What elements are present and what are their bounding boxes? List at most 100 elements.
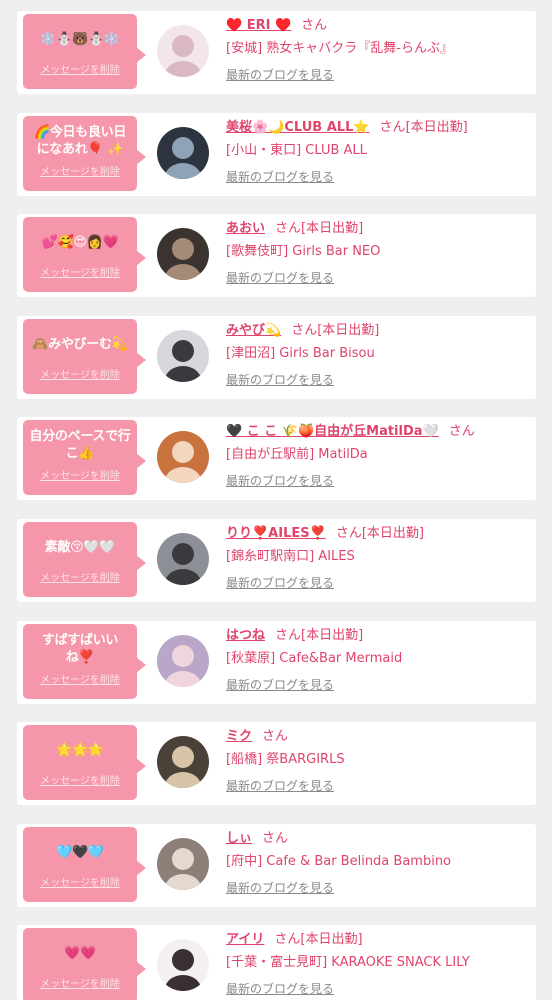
avatar-photo-icon (157, 330, 209, 382)
delete-message-link[interactable]: メッセージを削除 (28, 569, 132, 584)
shop-area: [自由が丘駅前] (226, 447, 315, 462)
message-text: 🌈今日も良い日になあれ🎈 ✨ (33, 125, 127, 157)
avatar[interactable] (157, 736, 209, 788)
shop-name: MatilDa (318, 447, 368, 462)
shop-line: [自由が丘駅前] MatilDa (226, 446, 530, 464)
avatar-photo-icon (157, 431, 209, 483)
cast-info: しぃ さん [府中] Cafe & Bar Belinda Bambino 最新のブロ… (226, 830, 530, 896)
honorific: さん (275, 221, 302, 236)
honorific: さん (448, 424, 475, 439)
name-line: あおい さん[本日出勤] (226, 220, 530, 238)
honorific: さん (379, 120, 406, 135)
avatar[interactable] (157, 431, 209, 483)
avatar[interactable] (157, 533, 209, 585)
message-bubble: 💗💗 メッセージを削除 (23, 928, 146, 1000)
honorific: さん (291, 323, 318, 338)
delete-message-link[interactable]: メッセージを削除 (28, 264, 132, 279)
delete-message-link[interactable]: メッセージを削除 (28, 163, 132, 178)
delete-message-link[interactable]: メッセージを削除 (28, 772, 132, 787)
message-bubble: 💕🥰😍👩💗 メッセージを削除 (23, 217, 146, 292)
shop-area: [錦糸町駅南口] (226, 549, 315, 564)
latest-blog-link[interactable]: 最新のブログを見る (226, 677, 334, 693)
shop-area: [安城] (226, 41, 263, 56)
message-card: 🌈今日も良い日になあれ🎈 ✨ メッセージを削除 美桜🌸🌙CLUB ALL⭐ さん[本日… (17, 113, 536, 196)
cast-name-link[interactable]: 美桜🌸🌙CLUB ALL⭐ (226, 120, 370, 135)
shop-area: [歌舞伎町] (226, 244, 289, 259)
latest-blog-link[interactable]: 最新のブログを見る (226, 575, 334, 591)
honorific: さん (301, 18, 328, 33)
cast-name-link[interactable]: 🖤 こ こ 🌾🍑自由が丘MatilDa🤍 (226, 424, 439, 439)
message-text: 🌟🌟🌟 (56, 742, 104, 758)
latest-blog-link[interactable]: 最新のブログを見る (226, 169, 334, 185)
cast-name-link[interactable]: みやび💫 (226, 323, 281, 338)
message-bubble: 素敵😚🤍🤍 メッセージを削除 (23, 522, 146, 597)
avatar[interactable] (157, 330, 209, 382)
avatar[interactable] (157, 25, 209, 77)
avatar-photo-icon (157, 736, 209, 788)
shop-line: [府中] Cafe & Bar Belinda Bambino (226, 853, 530, 871)
avatar-photo-icon (157, 228, 209, 280)
shop-area: [津田沼] (226, 346, 276, 361)
shop-line: [錦糸町駅南口] AILES (226, 548, 530, 566)
cast-name-link[interactable]: りり❣️AILES❣️ (226, 526, 326, 541)
message-card: 🌟🌟🌟 メッセージを削除 ミク さん [船橋] 祭BARGIRLS 最新のブログを見る (17, 722, 536, 805)
name-line: ♥️ ERI ♥️ さん (226, 17, 530, 35)
message-bubble: 自分のペースで行こ👍 メッセージを削除 (23, 420, 146, 495)
delete-message-link[interactable]: メッセージを削除 (28, 467, 132, 482)
shop-area: [千葉・富士見町] (226, 955, 328, 970)
latest-blog-link[interactable]: 最新のブログを見る (226, 778, 334, 794)
message-bubble: 🌟🌟🌟 メッセージを削除 (23, 725, 146, 800)
name-line: 🖤 こ こ 🌾🍑自由が丘MatilDa🤍 さん (226, 423, 530, 441)
avatar[interactable] (157, 127, 209, 179)
cast-info: ♥️ ERI ♥️ さん [安城] 熟女キャバクラ『乱舞-らんぶ』 最新のブログを見る (226, 17, 530, 83)
avatar-photo-icon (157, 635, 209, 687)
latest-blog-link[interactable]: 最新のブログを見る (226, 270, 334, 286)
message-bubble: 🙈みやびーむ💫 メッセージを削除 (23, 319, 146, 394)
latest-blog-link[interactable]: 最新のブログを見る (226, 372, 334, 388)
avatar[interactable] (157, 635, 209, 687)
latest-blog-link[interactable]: 最新のブログを見る (226, 880, 334, 896)
delete-message-link[interactable]: メッセージを削除 (28, 366, 132, 381)
delete-message-link[interactable]: メッセージを削除 (28, 671, 132, 686)
delete-message-link[interactable]: メッセージを削除 (28, 61, 132, 76)
cast-name-link[interactable]: アイリ (226, 932, 264, 947)
cast-name-link[interactable]: ♥️ ERI ♥️ (226, 18, 291, 33)
avatar[interactable] (157, 838, 209, 890)
shop-area: [秋葉原] (226, 651, 276, 666)
shop-name: 祭BARGIRLS (266, 752, 345, 767)
message-text: 💕🥰😍👩💗 (41, 234, 119, 250)
avatar-photo-icon (157, 838, 209, 890)
delete-message-link[interactable]: メッセージを削除 (28, 874, 132, 889)
cast-info: ミク さん [船橋] 祭BARGIRLS 最新のブログを見る (226, 728, 530, 794)
attendance-status: [本日出勤] (300, 932, 363, 947)
avatar[interactable] (157, 939, 209, 991)
message-card: 🙈みやびーむ💫 メッセージを削除 みやび💫 さん[本日出勤] [津田沼] Girls B… (17, 316, 536, 399)
avatar[interactable] (157, 228, 209, 280)
cast-name-link[interactable]: ミク (226, 729, 252, 744)
shop-line: [秋葉原] Cafe&Bar Mermaid (226, 650, 530, 668)
message-list: ❄️⛄🐻⛄❄️ メッセージを削除 ♥️ ERI ♥️ さん [安城] 熟女キャバクラ『乱… (0, 0, 552, 1000)
attendance-status: [本日出勤] (317, 323, 380, 338)
honorific: さん (262, 729, 289, 744)
cast-name-link[interactable]: はつね (226, 628, 265, 643)
message-text: 🩵🖤🩵 (56, 844, 104, 860)
avatar-photo-icon (157, 939, 209, 991)
latest-blog-link[interactable]: 最新のブログを見る (226, 981, 334, 997)
honorific: さん (262, 831, 289, 846)
cast-name-link[interactable]: あおい (226, 221, 265, 236)
shop-line: [千葉・富士見町] KARAOKE SNACK LILY (226, 954, 530, 972)
delete-message-link[interactable]: メッセージを削除 (28, 975, 132, 990)
cast-info: りり❣️AILES❣️ さん[本日出勤] [錦糸町駅南口] AILES 最新のブログを… (226, 525, 530, 591)
cast-info: はつね さん[本日出勤] [秋葉原] Cafe&Bar Mermaid 最新のブログを… (226, 627, 530, 693)
shop-line: [津田沼] Girls Bar Bisou (226, 345, 530, 363)
cast-info: 美桜🌸🌙CLUB ALL⭐ さん[本日出勤] [小山・東口] CLUB ALL 最新の… (226, 119, 530, 185)
shop-line: [安城] 熟女キャバクラ『乱舞-らんぶ』 (226, 40, 530, 58)
latest-blog-link[interactable]: 最新のブログを見る (226, 473, 334, 489)
latest-blog-link[interactable]: 最新のブログを見る (226, 67, 334, 83)
message-bubble: すばすばいいね❣️ メッセージを削除 (23, 624, 146, 699)
honorific: さん (275, 628, 302, 643)
honorific: さん (274, 932, 301, 947)
avatar-photo-icon (157, 127, 209, 179)
cast-name-link[interactable]: しぃ (226, 831, 252, 846)
shop-name: Girls Bar NEO (292, 244, 381, 259)
